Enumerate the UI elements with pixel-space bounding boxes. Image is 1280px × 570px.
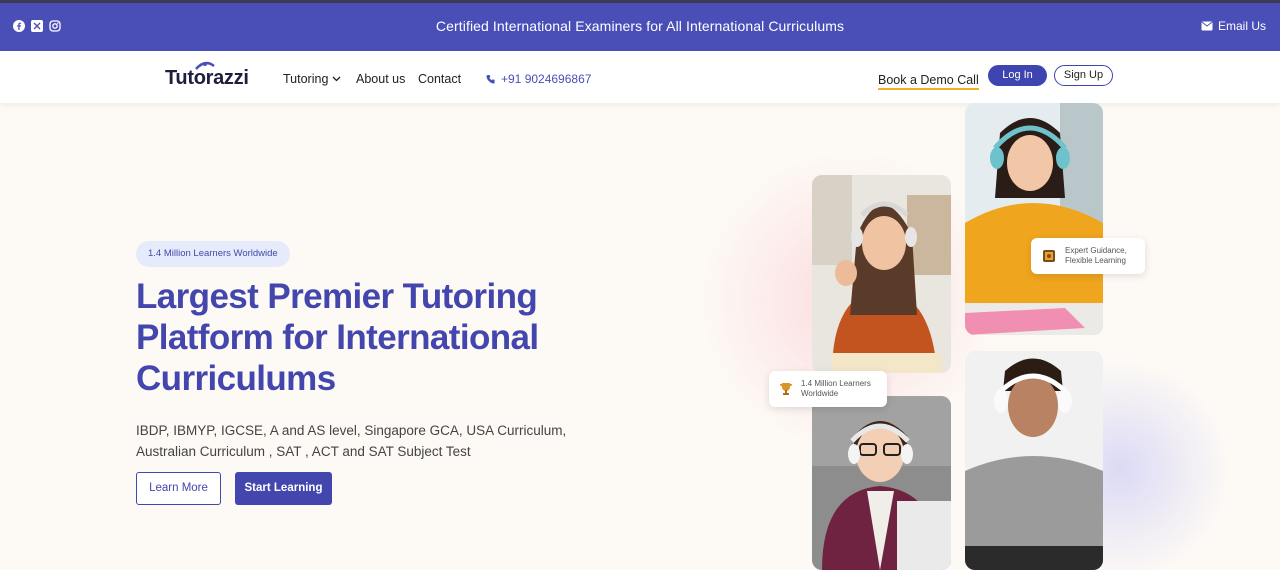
expert-guidance-card: Expert Guidance, Flexible Learning: [1031, 238, 1145, 274]
hero-title-line: Largest Premier Tutoring: [136, 277, 538, 316]
learners-card-line: 1.4 Million Learners: [801, 379, 871, 388]
hero-title-line: Curriculums: [136, 359, 336, 398]
learners-card: 1.4 Million Learners Worldwide: [769, 371, 887, 407]
announcement-bar: Certified International Examiners for Al…: [0, 0, 1280, 51]
nav-tutoring-dropdown[interactable]: Tutoring: [283, 72, 341, 86]
student-photo-woman-yellow: [965, 103, 1103, 335]
signup-button[interactable]: Sign Up: [1054, 65, 1113, 86]
learn-more-button[interactable]: Learn More: [136, 472, 221, 505]
hero-subtitle-line: Australian Curriculum , SAT , ACT and SA…: [136, 444, 471, 459]
crest-icon: [1043, 250, 1055, 262]
book-demo-link[interactable]: Book a Demo Call: [878, 73, 979, 90]
logo-swoosh-icon: [195, 61, 215, 70]
phone-icon: [486, 75, 495, 84]
student-photo-girl-thumbs-up: [812, 175, 951, 373]
email-us-link[interactable]: Email Us: [1201, 19, 1266, 33]
hero-title: Largest Premier Tutoring Platform for In…: [136, 276, 616, 399]
nav-about-link[interactable]: About us: [356, 72, 405, 86]
student-photo-man-grey-tee: [965, 351, 1103, 570]
learners-badge: 1.4 Million Learners Worldwide: [136, 241, 290, 267]
hero-subtitle: IBDP, IBMYP, IGCSE, A and AS level, Sing…: [136, 420, 606, 462]
email-us-label: Email Us: [1217, 19, 1266, 33]
phone-number: +91 9024696867: [501, 72, 592, 86]
login-button[interactable]: Log In: [988, 65, 1047, 86]
announcement-text: Certified International Examiners for Al…: [435, 18, 845, 34]
tutorazzi-logo[interactable]: Tutorazzi: [165, 61, 249, 90]
chevron-down-icon: [332, 76, 341, 82]
nav-tutoring-label: Tutoring: [283, 72, 329, 86]
hero-subtitle-line: IBDP, IBMYP, IGCSE, A and AS level, Sing…: [136, 423, 567, 438]
nav-contact-link[interactable]: Contact: [418, 72, 461, 86]
hero-title-line: Platform for International: [136, 318, 539, 357]
trophy-icon: [779, 383, 793, 395]
main-navigation: Tutorazzi Tutoring About us Contact +91 …: [0, 51, 1280, 103]
envelope-icon: [1201, 21, 1213, 31]
learners-card-line: Worldwide: [801, 389, 839, 398]
student-photo-man-glasses: [812, 396, 951, 570]
start-learning-button[interactable]: Start Learning: [235, 472, 332, 505]
phone-link[interactable]: +91 9024696867: [486, 72, 591, 86]
expert-card-line: Flexible Learning: [1065, 256, 1126, 265]
expert-card-line: Expert Guidance,: [1065, 246, 1127, 255]
